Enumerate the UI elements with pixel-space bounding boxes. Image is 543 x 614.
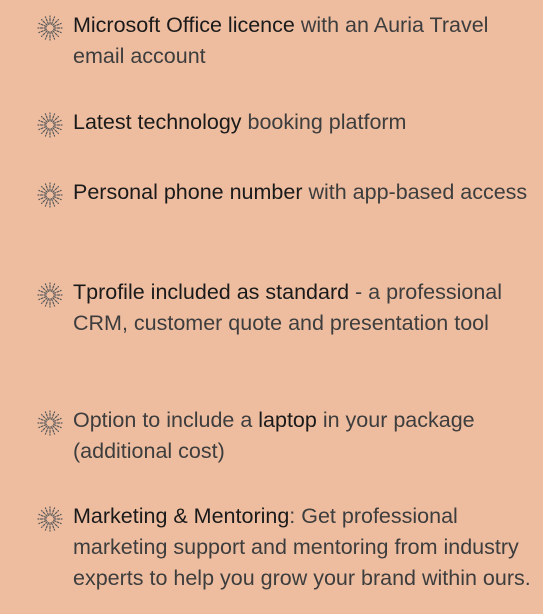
item-description-pre: Option to include a: [73, 408, 259, 432]
starburst-icon: [35, 13, 65, 43]
item-text: Latest technology booking platform: [73, 107, 535, 138]
item-highlight: Microsoft Office licence: [73, 13, 295, 37]
starburst-icon: [35, 180, 65, 210]
item-text: Microsoft Office licence with an Auria T…: [73, 10, 535, 72]
item-highlight: Tprofile included as standard: [73, 280, 350, 304]
item-text: Marketing & Mentoring: Get professional …: [73, 501, 538, 594]
benefits-list: Microsoft Office licence with an Auria T…: [0, 0, 543, 614]
item-highlight: Marketing & Mentoring: [73, 504, 290, 528]
item-description: booking platform: [241, 110, 407, 134]
item-text: Tprofile included as standard - a profes…: [73, 277, 535, 339]
starburst-icon: [35, 280, 65, 310]
starburst-icon: [35, 110, 65, 140]
item-text: Option to include a laptop in your packa…: [73, 405, 535, 467]
item-description: with app-based access: [302, 180, 528, 204]
item-highlight: Latest technology: [73, 110, 242, 134]
item-highlight: laptop: [258, 408, 317, 432]
item-highlight: Personal phone number: [73, 180, 303, 204]
item-text: Personal phone number with app-based acc…: [73, 177, 528, 208]
starburst-icon: [35, 504, 65, 534]
starburst-icon: [35, 408, 65, 438]
